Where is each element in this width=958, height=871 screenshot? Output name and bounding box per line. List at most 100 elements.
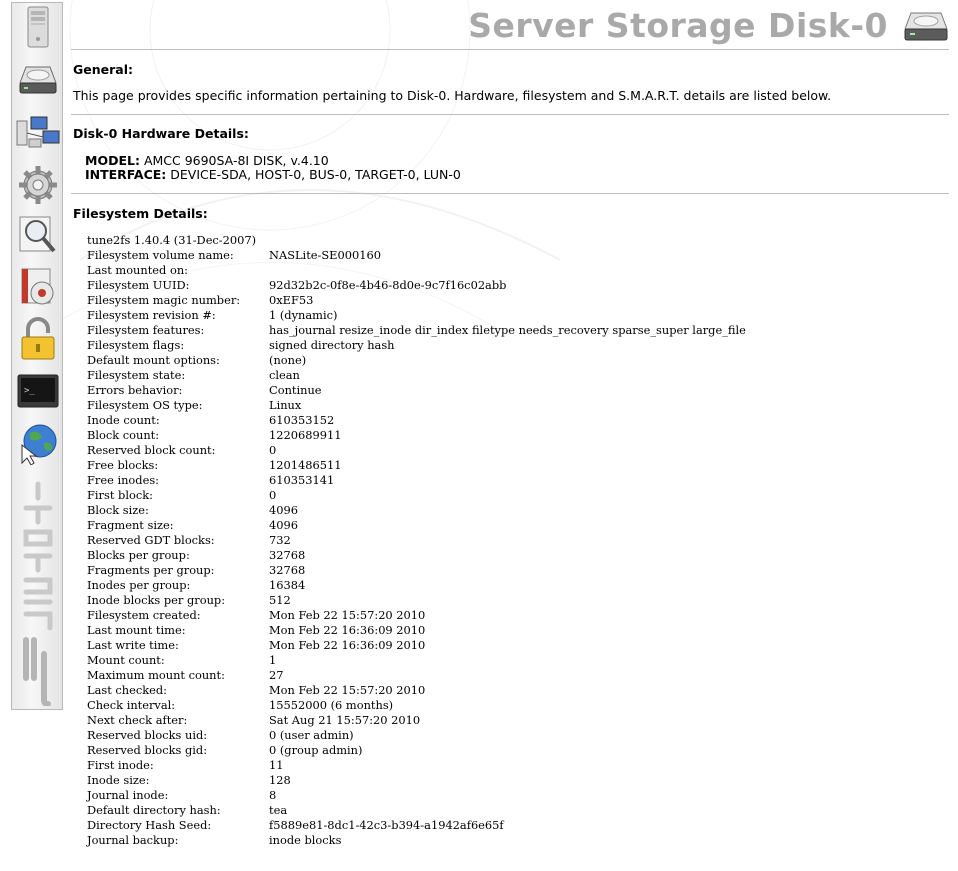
filesystem-row-value: 0 [269, 443, 277, 457]
filesystem-details: tune2fs 1.40.4 (31-Dec-2007) Filesystem … [87, 233, 746, 848]
filesystem-row-key: Filesystem OS type: [87, 398, 203, 412]
filesystem-row-key: Filesystem created: [87, 608, 201, 622]
filesystem-row-value: 27 [269, 668, 284, 682]
filesystem-row: Filesystem created: Mon Feb 22 15:57:20 2… [87, 608, 746, 623]
filesystem-row: Filesystem magic number: 0xEF53 [87, 293, 746, 308]
magnifier-search-icon[interactable] [15, 213, 61, 257]
filesystem-row: Filesystem UUID: 92d32b2c-0f8e-4b46-8d0e-… [87, 278, 746, 293]
filesystem-row-value: 512 [269, 593, 291, 607]
filesystem-row: Journal inode: 8 [87, 788, 746, 803]
globe-web-icon[interactable] [15, 421, 61, 465]
filesystem-row-key: Last write time: [87, 638, 179, 652]
filesystem-row-value: 4096 [269, 518, 298, 532]
filesystem-row-value: Sat Aug 21 15:57:20 2010 [269, 713, 421, 727]
filesystem-row-value: 11 [269, 758, 284, 772]
filesystem-heading: Filesystem Details: [73, 206, 208, 221]
filesystem-row-value: 92d32b2c-0f8e-4b46-8d0e-9c7f16c02abb [269, 278, 507, 292]
filesystem-row-key: Inodes per group: [87, 578, 191, 592]
filesystem-row-key: Last mounted on: [87, 263, 188, 277]
filesystem-row: Blocks per group: 32768 [87, 548, 746, 563]
filesystem-row-value: 1 (dynamic) [269, 308, 338, 322]
filesystem-row-key: Check interval: [87, 698, 176, 712]
filesystem-row-value: 16384 [269, 578, 306, 592]
filesystem-row-key: Block size: [87, 503, 149, 517]
filesystem-row-key: Default directory hash: [87, 803, 221, 817]
padlock-icon[interactable] [15, 317, 61, 361]
hardware-heading: Disk-0 Hardware Details: [73, 126, 249, 141]
filesystem-row: Inode size: 128 [87, 773, 746, 788]
interface-label: INTERFACE: [85, 167, 167, 182]
cd-media-icon[interactable] [15, 265, 61, 309]
filesystem-row-value: signed directory hash [269, 338, 395, 352]
header-divider [71, 49, 949, 50]
filesystem-row: Reserved blocks uid: 0 (user admin) [87, 728, 746, 743]
filesystem-row: Block size: 4096 [87, 503, 746, 518]
settings-gear-icon[interactable] [15, 163, 61, 207]
filesystem-row-value: clean [269, 368, 300, 382]
filesystem-row: Filesystem flags: signed directory hash [87, 338, 746, 353]
filesystem-row-key: Filesystem revision #: [87, 308, 216, 322]
filesystem-row-key: Free inodes: [87, 473, 160, 487]
filesystem-row-value: 8 [269, 788, 277, 802]
filesystem-row-key: Default mount options: [87, 353, 220, 367]
filesystem-row-value: 0xEF53 [269, 293, 314, 307]
filesystem-row-key: Next check after: [87, 713, 188, 727]
filesystem-row: Free blocks: 1201486511 [87, 458, 746, 473]
filesystem-row: First inode: 11 [87, 758, 746, 773]
filesystem-row-value: tea [269, 803, 288, 817]
filesystem-row-key: Reserved blocks gid: [87, 743, 208, 757]
filesystem-row-value: Mon Feb 22 16:36:09 2010 [269, 638, 426, 652]
filesystem-row-value: 32768 [269, 563, 306, 577]
filesystem-row-value: 32768 [269, 548, 306, 562]
filesystem-row-key: Inode blocks per group: [87, 593, 226, 607]
filesystem-row-key: Fragments per group: [87, 563, 215, 577]
filesystem-row-value: 1220689911 [269, 428, 342, 442]
filesystem-row-value: Continue [269, 383, 322, 397]
filesystem-row-key: Fragment size: [87, 518, 174, 532]
filesystem-row: Mount count: 1 [87, 653, 746, 668]
filesystem-row: Check interval: 15552000 (6 months) [87, 698, 746, 713]
svg-text:>_: >_ [24, 386, 35, 396]
filesystem-row: Last write time: Mon Feb 22 16:36:09 2010 [87, 638, 746, 653]
filesystem-row-key: Blocks per group: [87, 548, 190, 562]
model-label: MODEL: [85, 153, 140, 168]
filesystem-row-key: Filesystem features: [87, 323, 205, 337]
naslite-logo [23, 481, 53, 706]
filesystem-row-value: has_journal resize_inode dir_index filet… [269, 323, 746, 337]
filesystem-row: Filesystem volume name: NASLite-SE000160 [87, 248, 746, 263]
network-computers-icon[interactable] [15, 111, 61, 155]
filesystem-row: Inode blocks per group: 512 [87, 593, 746, 608]
filesystem-row-key: Journal backup: [87, 833, 179, 847]
filesystem-row-value: NASLite-SE000160 [269, 248, 381, 262]
filesystem-row-value: 610353152 [269, 413, 335, 427]
filesystem-row-value: 1201486511 [269, 458, 342, 472]
filesystem-row: Filesystem features: has_journal resize_i… [87, 323, 746, 338]
filesystem-row: Block count: 1220689911 [87, 428, 746, 443]
filesystem-row-value: 128 [269, 773, 291, 787]
general-description: This page provides specific information … [73, 88, 832, 103]
filesystem-row: Reserved block count: 0 [87, 443, 746, 458]
filesystem-row-key: First inode: [87, 758, 154, 772]
filesystem-row: Filesystem OS type: Linux [87, 398, 746, 413]
filesystem-row-key: First block: [87, 488, 153, 502]
filesystem-row-key: Filesystem state: [87, 368, 186, 382]
filesystem-row-value: 1 [269, 653, 277, 667]
filesystem-row-value: 15552000 (6 months) [269, 698, 394, 712]
section-divider [71, 193, 949, 194]
filesystem-row: Last mount time: Mon Feb 22 16:36:09 2010 [87, 623, 746, 638]
filesystem-row-key: Block count: [87, 428, 160, 442]
storage-disk-icon[interactable] [15, 57, 61, 101]
server-icon[interactable] [15, 5, 61, 49]
filesystem-row-key: Last checked: [87, 683, 168, 697]
hard-disk-icon [904, 12, 948, 41]
filesystem-row: Inode count: 610353152 [87, 413, 746, 428]
filesystem-row-key: Reserved blocks uid: [87, 728, 208, 742]
filesystem-row-key: Last mount time: [87, 623, 186, 637]
filesystem-row-key: Journal inode: [87, 788, 169, 802]
filesystem-row: Default directory hash: tea [87, 803, 746, 818]
terminal-icon[interactable]: >_ [15, 369, 61, 413]
model-value: AMCC 9690SA-8I DISK, v.4.10 [143, 153, 329, 168]
filesystem-row-key: Filesystem flags: [87, 338, 185, 352]
filesystem-row-value: (none) [269, 353, 307, 367]
filesystem-row-key: Directory Hash Seed: [87, 818, 212, 832]
